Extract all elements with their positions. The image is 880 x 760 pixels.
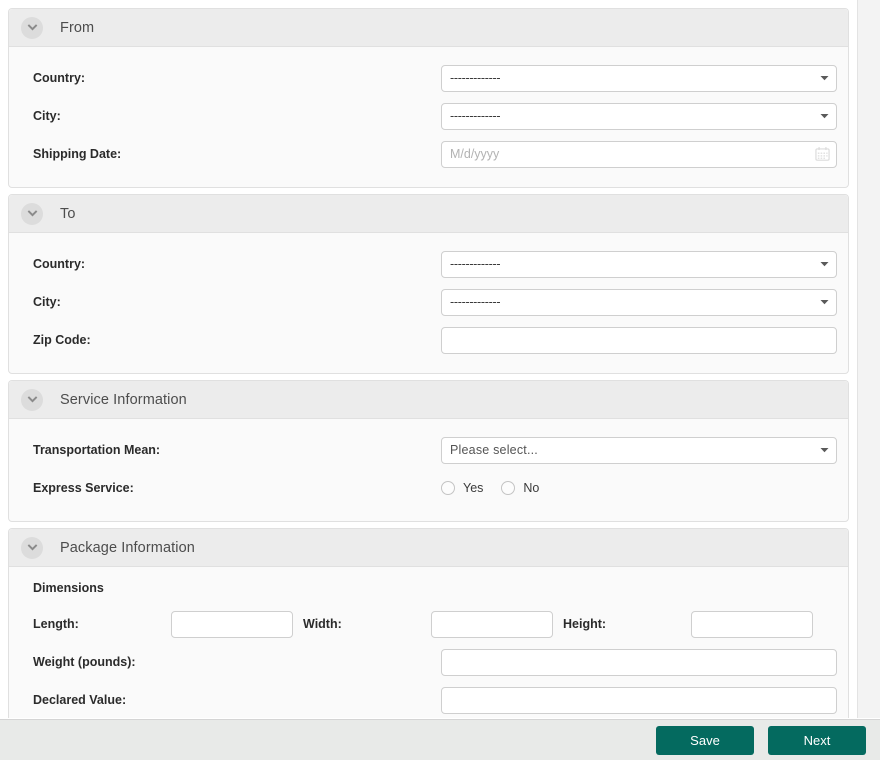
chevron-down-icon[interactable] (21, 536, 43, 559)
to-city-select[interactable]: ------------- (441, 288, 837, 316)
field-row-to-city: City: ------------- (9, 283, 848, 321)
to-country-value: ------------- (450, 257, 501, 271)
section-package-information-body: Dimensions Length: Width: Height: Weight… (9, 567, 848, 718)
to-city-value: ------------- (450, 295, 501, 309)
section-service-information-header[interactable]: Service Information (9, 381, 848, 419)
express-service-yes-label: Yes (463, 481, 484, 495)
caret-down-icon (820, 113, 829, 120)
transportation-mean-value: Please select... (450, 443, 538, 457)
from-city-value: ------------- (450, 109, 501, 123)
section-to-header[interactable]: To (9, 195, 848, 233)
to-country-label: Country: (33, 257, 86, 271)
chevron-down-icon[interactable] (21, 202, 43, 225)
field-row-from-country: Country: ------------- (9, 59, 848, 97)
transportation-mean-label: Transportation Mean: (33, 443, 161, 457)
form-footer: Save Next (0, 719, 880, 760)
zip-code-label: Zip Code: (33, 333, 91, 347)
field-row-weight: Weight (pounds): (9, 643, 848, 681)
transportation-mean-select[interactable]: Please select... (441, 436, 837, 464)
section-from-body: Country: ------------- City: -----------… (9, 47, 848, 187)
caret-down-icon (820, 447, 829, 454)
express-service-no-label: No (523, 481, 540, 495)
caret-down-icon (820, 75, 829, 82)
width-label: Width: (303, 617, 342, 631)
height-label: Height: (563, 617, 607, 631)
shipping-form-page: From Country: ------------- City: ------… (0, 0, 880, 760)
section-from-header[interactable]: From (9, 9, 848, 47)
section-package-information-header[interactable]: Package Information (9, 529, 848, 567)
express-service-radio-yes[interactable]: Yes (441, 481, 483, 495)
section-service-information-body: Transportation Mean: Please select... Ex… (9, 419, 848, 521)
field-row-to-country: Country: ------------- (9, 245, 848, 283)
section-to-body: Country: ------------- City: -----------… (9, 233, 848, 373)
radio-circle-icon (501, 481, 516, 495)
length-label: Length: (33, 617, 79, 631)
chevron-down-icon[interactable] (21, 388, 43, 411)
from-city-select[interactable]: ------------- (441, 102, 837, 130)
scrollbar-thumb[interactable] (858, 0, 880, 718)
field-row-dimensions: Length: Width: Height: (9, 605, 848, 643)
length-input[interactable] (171, 610, 293, 638)
express-service-radio-no[interactable]: No (501, 481, 539, 495)
field-row-transportation-mean: Transportation Mean: Please select... (9, 431, 848, 469)
page-scrollbar[interactable] (857, 0, 880, 718)
section-package-information: Package Information Dimensions Length: W… (8, 528, 849, 718)
declared-value-label: Declared Value: (33, 693, 127, 707)
field-row-declared-value: Declared Value: (9, 681, 848, 718)
section-title: To (60, 205, 76, 222)
dimensions-subheading: Dimensions (33, 581, 104, 595)
from-city-label: City: (33, 109, 61, 123)
shipping-date-input[interactable]: M/d/yyyy (441, 140, 837, 168)
field-row-shipping-date: Shipping Date: M/d/yyyy (9, 135, 848, 173)
section-title: From (60, 19, 95, 36)
form-container: From Country: ------------- City: ------… (0, 0, 857, 718)
next-button[interactable]: Next (768, 725, 866, 755)
chevron-down-icon[interactable] (21, 16, 43, 39)
save-button[interactable]: Save (656, 725, 754, 755)
from-country-select[interactable]: ------------- (441, 64, 837, 92)
weight-input[interactable] (441, 648, 837, 676)
section-to: To Country: ------------- City: --------… (8, 194, 849, 374)
section-title: Service Information (60, 391, 187, 408)
section-from: From Country: ------------- City: ------… (8, 8, 849, 188)
section-service-information: Service Information Transportation Mean:… (8, 380, 849, 522)
from-country-value: ------------- (450, 71, 501, 85)
radio-circle-icon (441, 481, 455, 495)
declared-value-input[interactable] (441, 686, 837, 714)
from-country-label: Country: (33, 71, 86, 85)
weight-label: Weight (pounds): (33, 655, 136, 669)
width-input[interactable] (431, 610, 553, 638)
to-city-label: City: (33, 295, 61, 309)
express-service-radio-group: Yes No (441, 481, 557, 495)
shipping-date-label: Shipping Date: (33, 147, 122, 161)
section-title: Package Information (60, 539, 195, 556)
field-row-express-service: Express Service: Yes No (9, 469, 848, 507)
zip-code-input[interactable] (441, 326, 837, 354)
calendar-icon[interactable] (815, 147, 830, 162)
field-row-zip-code: Zip Code: (9, 321, 848, 359)
caret-down-icon (820, 261, 829, 268)
to-country-select[interactable]: ------------- (441, 250, 837, 278)
field-row-from-city: City: ------------- (9, 97, 848, 135)
height-input[interactable] (691, 610, 813, 638)
express-service-label: Express Service: (33, 481, 134, 495)
caret-down-icon (820, 299, 829, 306)
shipping-date-placeholder: M/d/yyyy (450, 147, 500, 161)
